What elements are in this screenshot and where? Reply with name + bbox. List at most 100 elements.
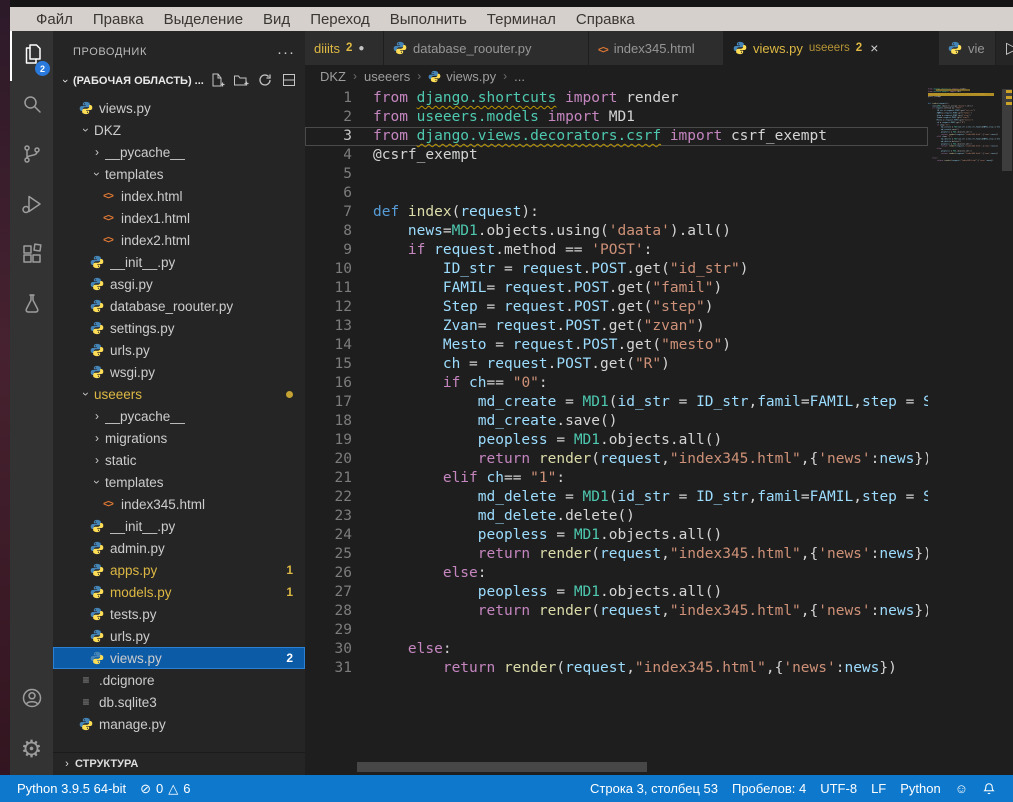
tree-item-tests-py[interactable]: tests.py	[53, 603, 305, 625]
breadcrumb-item[interactable]: ...	[514, 69, 525, 84]
tree-item-manage-py[interactable]: manage.py	[53, 713, 305, 735]
tree-item-db-sqlite3[interactable]: ≡db.sqlite3	[53, 691, 305, 713]
tree-item-dkz[interactable]: ›DKZ	[53, 119, 305, 141]
code-line[interactable]: 20 return render(request,"index345.html"…	[305, 450, 928, 469]
code-line[interactable]: 28 return render(request,"index345.html"…	[305, 602, 928, 621]
run-icon[interactable]: ▷	[1006, 38, 1013, 58]
code-line[interactable]: 19 peopless = MD1.objects.all()	[305, 431, 928, 450]
menu-item-выделение[interactable]: Выделение	[154, 11, 253, 28]
code-line[interactable]: 18 md_create.save()	[305, 412, 928, 431]
workspace-section-header[interactable]: › (РАБОЧАЯ ОБЛАСТЬ) ...	[53, 69, 305, 93]
new-folder-icon[interactable]	[233, 72, 249, 91]
tree-item--init-py[interactable]: __init__.py	[53, 515, 305, 537]
tab-views-py[interactable]: views.pyuseeers2×	[724, 31, 939, 65]
tree-item-urls-py[interactable]: urls.py	[53, 625, 305, 647]
outline-section[interactable]: › СТРУКТУРА	[53, 752, 305, 775]
menu-item-справка[interactable]: Справка	[566, 11, 645, 28]
code-line[interactable]: 16 if ch== "0":	[305, 374, 928, 393]
code-line[interactable]: 2from useeers.models import MD1	[305, 108, 928, 127]
code-line[interactable]: 4@csrf_exempt	[305, 146, 928, 165]
code-lines[interactable]: 1from django.shortcuts import render2fro…	[305, 89, 928, 678]
activitybar-explorer[interactable]: 2	[10, 31, 53, 81]
activitybar-search[interactable]	[10, 81, 53, 131]
tree-item-views-py[interactable]: views.py	[53, 97, 305, 119]
tree-item-static[interactable]: ›static	[53, 449, 305, 471]
menu-item-вид[interactable]: Вид	[253, 11, 300, 28]
menu-item-терминал[interactable]: Терминал	[477, 11, 566, 28]
code-line[interactable]: 15 ch = request.POST.get("R")	[305, 355, 928, 374]
breadcrumb-item[interactable]: DKZ	[320, 69, 346, 84]
tree-item-urls-py[interactable]: urls.py	[53, 339, 305, 361]
code-line[interactable]: 21 elif ch== "1":	[305, 469, 928, 488]
tree-item-index1-html[interactable]: <>index1.html	[53, 207, 305, 229]
tree-item-index2-html[interactable]: <>index2.html	[53, 229, 305, 251]
tree-item-views-py[interactable]: views.py2	[53, 647, 305, 669]
code-editor[interactable]: 1from django.shortcuts import render2fro…	[305, 87, 1013, 775]
menu-item-правка[interactable]: Правка	[83, 11, 154, 28]
tab-diiits[interactable]: diiits2●	[305, 31, 384, 65]
activitybar-source-control[interactable]	[10, 131, 53, 181]
code-line[interactable]: 13 Zvan= request.POST.get("zvan")	[305, 317, 928, 336]
activitybar-testing[interactable]	[10, 281, 53, 331]
tree-item-index345-html[interactable]: <>index345.html	[53, 493, 305, 515]
tree-item-templates[interactable]: ›templates	[53, 471, 305, 493]
tree-item-admin-py[interactable]: admin.py	[53, 537, 305, 559]
activitybar-settings[interactable]: ⚙	[10, 725, 53, 775]
tree-item-database-roouter-py[interactable]: database_roouter.py	[53, 295, 305, 317]
activitybar-account[interactable]	[10, 675, 53, 725]
code-line[interactable]: 14 Mesto = request.POST.get("mesto")	[305, 336, 928, 355]
code-line[interactable]: 9 if request.method == 'POST':	[305, 241, 928, 260]
code-line[interactable]: 5	[305, 165, 928, 184]
tree-item-wsgi-py[interactable]: wsgi.py	[53, 361, 305, 383]
code-line[interactable]: 6	[305, 184, 928, 203]
code-line[interactable]: 29	[305, 621, 928, 640]
problems-status[interactable]: ⊘ 0 △ 6	[133, 781, 197, 797]
tree-item--pycache-[interactable]: ›__pycache__	[53, 141, 305, 163]
cursor-position-status[interactable]: Строка 3, столбец 53	[583, 781, 725, 796]
eol-status[interactable]: LF	[864, 781, 893, 796]
new-file-icon[interactable]	[209, 72, 225, 91]
activitybar-extensions[interactable]	[10, 231, 53, 281]
vertical-scrollbar[interactable]	[1001, 87, 1013, 775]
tree-item--init-py[interactable]: __init__.py	[53, 251, 305, 273]
menu-item-файл[interactable]: Файл	[26, 11, 83, 28]
tab-index345-html[interactable]: <>index345.html	[589, 31, 724, 65]
breadcrumb[interactable]: DKZ›useeers›views.py›...	[305, 65, 1013, 87]
code-line[interactable]: 26 else:	[305, 564, 928, 583]
tree-item-useeers[interactable]: ›useeers	[53, 383, 305, 405]
code-line[interactable]: 27 peopless = MD1.objects.all()	[305, 583, 928, 602]
menu-item-выполнить[interactable]: Выполнить	[380, 11, 477, 28]
code-line[interactable]: 22 md_delete = MD1(id_str = ID_str,famil…	[305, 488, 928, 507]
code-line[interactable]: 23 md_delete.delete()	[305, 507, 928, 526]
tree-item-migrations[interactable]: ›migrations	[53, 427, 305, 449]
breadcrumb-item[interactable]: useeers	[364, 69, 410, 84]
tree-item-index-html[interactable]: <>index.html	[53, 185, 305, 207]
code-line[interactable]: 30 else:	[305, 640, 928, 659]
minimap[interactable]: from django.shortcuts import renderfrom …	[928, 88, 1001, 208]
tab-database-roouter-py[interactable]: database_roouter.py	[384, 31, 589, 65]
tree-item-models-py[interactable]: models.py1	[53, 581, 305, 603]
collapse-icon[interactable]	[281, 72, 297, 91]
tree-item--dcignore[interactable]: ≡.dcignore	[53, 669, 305, 691]
tree-item-apps-py[interactable]: apps.py1	[53, 559, 305, 581]
tree-item--pycache-[interactable]: ›__pycache__	[53, 405, 305, 427]
code-line[interactable]: 12 Step = request.POST.get("step")	[305, 298, 928, 317]
tree-item-settings-py[interactable]: settings.py	[53, 317, 305, 339]
feedback-icon[interactable]: ☺	[948, 781, 975, 796]
sidebar-more-icon[interactable]: ···	[277, 44, 295, 61]
language-mode-status[interactable]: Python	[893, 781, 947, 796]
breadcrumb-item[interactable]: views.py	[428, 69, 496, 84]
code-line[interactable]: 3from django.views.decorators.csrf impor…	[305, 127, 928, 146]
code-line[interactable]: 8 news=MD1.objects.using('daata').all()	[305, 222, 928, 241]
code-line[interactable]: 11 FAMIL= request.POST.get("famil")	[305, 279, 928, 298]
menu-item-переход[interactable]: Переход	[300, 11, 380, 28]
python-interpreter-status[interactable]: Python 3.9.5 64-bit	[10, 781, 133, 796]
code-line[interactable]: 24 peopless = MD1.objects.all()	[305, 526, 928, 545]
code-line[interactable]: 7def index(request):	[305, 203, 928, 222]
code-line[interactable]: 31 return render(request,"index345.html"…	[305, 659, 928, 678]
encoding-status[interactable]: UTF-8	[813, 781, 864, 796]
code-line[interactable]: 17 md_create = MD1(id_str = ID_str,famil…	[305, 393, 928, 412]
code-line[interactable]: 10 ID_str = request.POST.get("id_str")	[305, 260, 928, 279]
horizontal-scrollbar[interactable]	[357, 762, 647, 772]
code-line[interactable]: 25 return render(request,"index345.html"…	[305, 545, 928, 564]
